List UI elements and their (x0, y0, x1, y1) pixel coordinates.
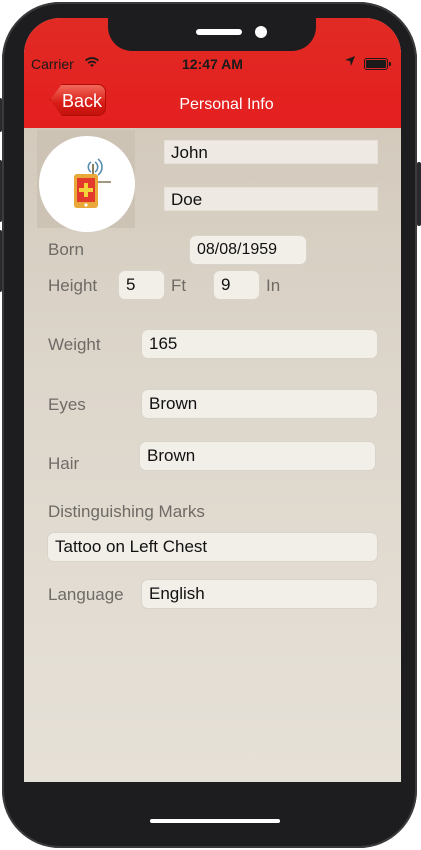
medical-device-icon (74, 158, 111, 208)
last-name-field[interactable]: Doe (164, 187, 378, 211)
carrier-label: Carrier (31, 56, 74, 72)
hair-field[interactable]: Brown (139, 441, 376, 471)
height-label: Height (48, 276, 98, 295)
weight-field[interactable]: 165 (141, 329, 378, 359)
distinguishing-marks-field[interactable]: Tattoo on Left Chest (47, 532, 378, 562)
height-feet-field[interactable]: 5 (118, 270, 165, 300)
battery-icon (364, 58, 391, 70)
front-camera (255, 26, 267, 38)
eyes-label: Eyes (48, 395, 86, 414)
born-date-field[interactable]: 08/08/1959 (189, 235, 307, 265)
notch (108, 18, 316, 51)
first-name-field[interactable]: John (164, 140, 378, 164)
power-button (417, 162, 421, 226)
born-label: Born (48, 240, 84, 259)
phone-frame: Carrier 12:47 AM Back Personal Info John… (0, 2, 421, 848)
weight-label: Weight (48, 335, 101, 354)
location-arrow-icon (344, 55, 356, 70)
clock: 12:47 AM (182, 56, 243, 72)
hair-label: Hair (48, 454, 80, 473)
status-bar: Carrier 12:47 AM (24, 56, 401, 74)
nav-header: Carrier 12:47 AM Back Personal Info (24, 18, 401, 128)
language-label: Language (48, 585, 124, 604)
avatar[interactable] (39, 136, 135, 232)
inches-unit-label: In (266, 276, 281, 295)
home-indicator[interactable] (150, 819, 280, 823)
eyes-field[interactable]: Brown (141, 389, 378, 419)
screen: Carrier 12:47 AM Back Personal Info John… (24, 18, 401, 826)
speaker (196, 29, 242, 35)
language-field[interactable]: English (141, 579, 378, 609)
height-inches-field[interactable]: 9 (213, 270, 260, 300)
silent-switch (0, 98, 2, 132)
avatar-container[interactable] (37, 130, 135, 232)
distinguishing-marks-label: Distinguishing Marks (48, 502, 205, 521)
page-title: Personal Info (179, 96, 274, 113)
volume-down-button (0, 230, 2, 292)
wifi-icon (84, 56, 100, 71)
feet-unit-label: Ft (171, 276, 187, 295)
volume-up-button (0, 160, 2, 222)
